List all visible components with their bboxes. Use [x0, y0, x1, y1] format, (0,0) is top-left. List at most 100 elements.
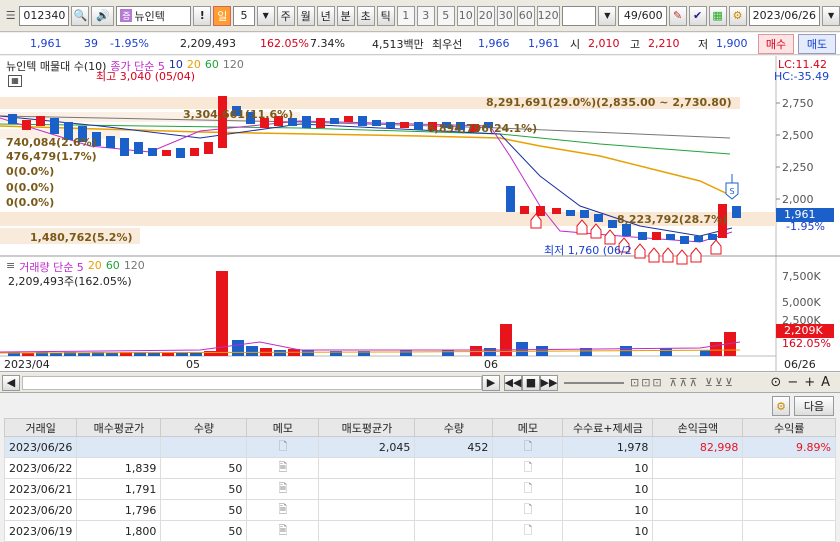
candle	[330, 118, 339, 124]
minute-1-button[interactable]: 1	[396, 5, 415, 26]
best-label: 최우선	[432, 37, 463, 51]
next-button[interactable]: 다음	[794, 396, 834, 416]
scroll-track[interactable]	[22, 375, 482, 390]
minute-5-button[interactable]: 5	[436, 5, 455, 26]
chevron-down-icon[interactable]: ▼	[598, 5, 617, 26]
current-price: 1,961	[30, 37, 62, 50]
date-field[interactable]: 2023/06/26	[748, 5, 821, 26]
speaker-icon[interactable]: 🔊	[91, 5, 115, 26]
scroll-right-icon[interactable]: ▶	[482, 374, 500, 391]
col-header[interactable]: 손익금액	[652, 418, 744, 437]
chevron-down-icon[interactable]: ▼	[822, 5, 840, 26]
open-price: 2,010	[588, 37, 620, 50]
drawing-tools-icon[interactable]: ⊡⊡⊡ ⊼⊼⊼ ⊻⊻⊻	[630, 376, 735, 389]
zoom-controls-icon[interactable]: ⊙−+A	[770, 375, 836, 390]
table-cell: 1,800	[76, 520, 162, 542]
page-counter[interactable]: 49/600	[618, 5, 667, 26]
col-header[interactable]: 거래일	[3, 418, 78, 437]
col-header[interactable]: 수량	[160, 418, 248, 437]
col-header[interactable]: 수량	[414, 418, 494, 437]
menu-icon[interactable]: ☰	[4, 6, 17, 26]
play-forward-icon[interactable]: ▶▶	[540, 374, 558, 391]
table-cell	[414, 499, 494, 521]
play-back-icon[interactable]: ◀◀	[504, 374, 522, 391]
col-header[interactable]: 매수평균가	[76, 418, 162, 437]
candle	[36, 116, 45, 126]
memo-icon[interactable]: 🗎	[246, 478, 320, 500]
chevron-down-icon[interactable]: ▼	[256, 5, 275, 26]
search-icon[interactable]: 🔍	[71, 5, 90, 26]
period-count-select[interactable]: 5	[233, 5, 255, 26]
table-row[interactable]: 2023/06/19 1,800 50 🗎 🗋 10	[3, 520, 836, 542]
period-second-button[interactable]: 초	[356, 5, 375, 26]
minute-120-button[interactable]: 120	[536, 5, 560, 26]
sell-button[interactable]: 매도	[798, 34, 836, 54]
col-header[interactable]: 메모	[246, 418, 320, 437]
gear-icon[interactable]: ⚙	[728, 5, 747, 26]
period-tick-button[interactable]: 틱	[376, 5, 395, 26]
gear-icon[interactable]: ⚙	[772, 396, 790, 416]
table-cell: 50	[160, 457, 248, 479]
col-header[interactable]: 수익률	[742, 418, 836, 437]
memo-icon[interactable]: 🗋	[492, 457, 564, 479]
col-header[interactable]: 수수료+제세금	[562, 418, 654, 437]
table-row[interactable]: 2023/06/26 🗋 2,045 452 🗋 1,978 82,998 9.89%	[3, 436, 836, 458]
table-cell	[652, 520, 744, 542]
draw-tool-icon[interactable]: ✎	[668, 5, 687, 26]
period-day-button[interactable]: 일	[213, 5, 232, 26]
table-row[interactable]: 2023/06/21 1,791 50 🗎 🗋 10	[3, 478, 836, 500]
period-month-button[interactable]: 월	[296, 5, 315, 26]
table-cell	[318, 520, 416, 542]
period-year-button[interactable]: 년	[316, 5, 335, 26]
stock-name-field[interactable]: 증 뉴인텍	[116, 5, 192, 26]
period-minute-button[interactable]: 분	[336, 5, 355, 26]
stop-icon[interactable]: ■	[522, 374, 540, 391]
table-cell	[414, 520, 494, 542]
memo-icon[interactable]: 🗎	[246, 499, 320, 521]
y-tick-label: 2,000	[782, 193, 814, 206]
memo-icon[interactable]: 🗋	[492, 499, 564, 521]
table-icon[interactable]: ▦	[8, 75, 22, 87]
check-icon[interactable]: ✔	[688, 5, 707, 26]
legend-item: 120	[222, 58, 244, 71]
profile-label: 740,084(2.6%)	[6, 136, 97, 149]
memo-icon[interactable]: 🗎	[246, 457, 320, 479]
col-header[interactable]: 메모	[492, 418, 564, 437]
custom-period-input[interactable]	[561, 5, 597, 26]
grid-icon[interactable]: ▦	[708, 5, 727, 26]
table-cell	[76, 436, 162, 458]
speed-slider[interactable]	[564, 381, 624, 384]
minute-20-button[interactable]: 20	[476, 5, 495, 26]
scroll-left-icon[interactable]: ◀	[2, 374, 20, 391]
col-header[interactable]: 매도평균가	[318, 418, 416, 437]
memo-icon[interactable]: 🗋	[492, 436, 564, 458]
candle	[162, 150, 171, 156]
memo-icon[interactable]: 🗎	[246, 520, 320, 542]
minute-3-button[interactable]: 3	[416, 5, 435, 26]
period-week-button[interactable]: 주	[276, 5, 295, 26]
candle	[400, 122, 409, 128]
buy-button[interactable]: 매수	[758, 34, 794, 54]
trade-amount: 4,513백만	[372, 37, 424, 51]
stock-code-input[interactable]: 012340	[19, 5, 70, 26]
minute-10-button[interactable]: 10	[456, 5, 475, 26]
candle	[358, 116, 367, 126]
minute-60-button[interactable]: 60	[516, 5, 535, 26]
y-tick-label: 2,250	[782, 161, 814, 174]
chart-area[interactable]: S 뉴인텍 매물대 수(10) 종가 단순 5 10 20 60 120 ▦ 최…	[0, 56, 840, 372]
minute-30-button[interactable]: 30	[496, 5, 515, 26]
table-row[interactable]: 2023/06/22 1,839 50 🗎 🗋 10	[3, 457, 836, 479]
alert-icon[interactable]: !	[193, 5, 212, 26]
candle	[414, 122, 423, 130]
table-row[interactable]: 2023/06/20 1,796 50 🗎 🗋 10	[3, 499, 836, 521]
memo-icon[interactable]: 🗋	[492, 478, 564, 500]
trade-history-table: 거래일 매수평균가 수량 메모 매도평균가 수량 메모 수수료+제세금 손익금액…	[3, 418, 836, 542]
memo-icon[interactable]: 🗋	[492, 520, 564, 542]
table-cell: 452	[414, 436, 494, 458]
candle	[134, 142, 143, 154]
candle	[566, 210, 575, 216]
low-price: 1,900	[716, 37, 748, 50]
x-tick-label: 06/26	[784, 358, 816, 371]
memo-icon[interactable]: 🗋	[246, 436, 320, 458]
candle	[580, 210, 589, 218]
